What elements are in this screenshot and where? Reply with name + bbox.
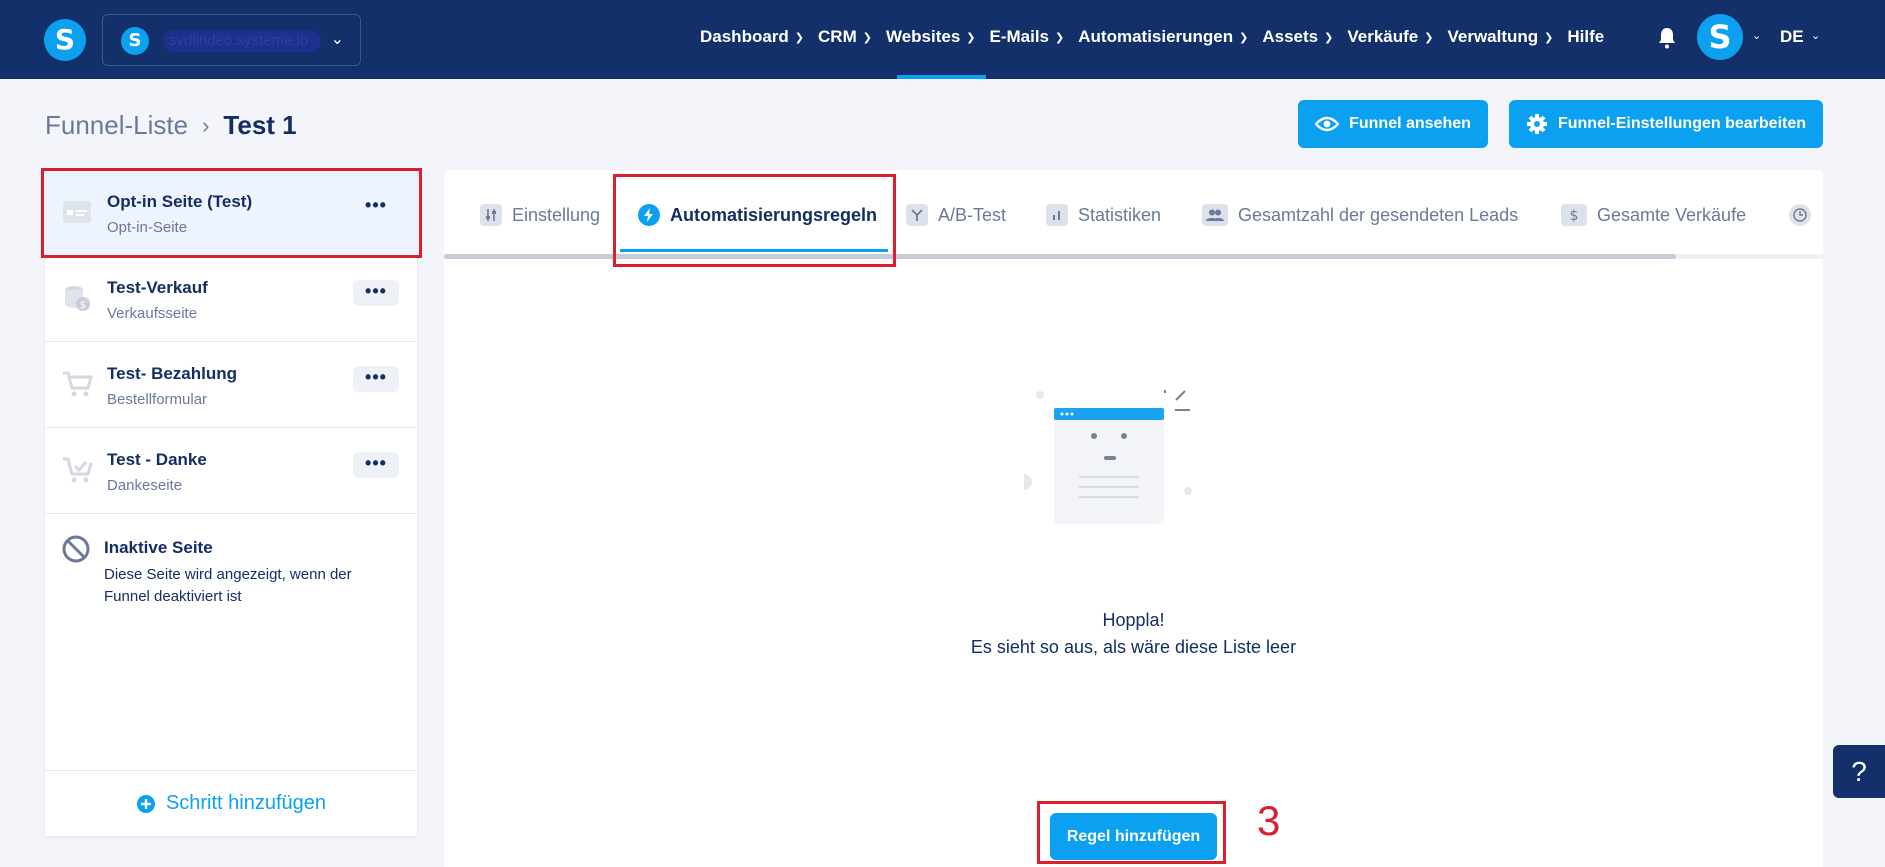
step-type: Verkaufsseite (107, 305, 198, 322)
nav-dashboard[interactable]: Dashboard ❯ (700, 27, 804, 47)
users-icon (1202, 204, 1228, 226)
tab-more-clock[interactable] (1789, 204, 1821, 226)
chevron-down-icon: ❯ (862, 31, 872, 44)
inactive-page-description: Diese Seite wird angezeigt, wenn der Fun… (104, 566, 352, 605)
blocked-icon (62, 535, 90, 563)
tab-ab-test[interactable]: A/B-Test (906, 204, 1006, 226)
chevron-down-icon: ❯ (794, 31, 805, 44)
tab-leads[interactable]: Gesamtzahl der gesendeten Leads (1202, 204, 1518, 226)
step-type: Bestellformular (107, 391, 208, 408)
highlight-box (1037, 801, 1226, 864)
language-selector[interactable]: DE (1780, 27, 1804, 47)
annotation-number: 3 (1257, 797, 1281, 844)
nav-verkaeufe[interactable]: Verkäufe ❯ (1347, 27, 1433, 47)
top-navbar: S S svdlinde6.systeme.io ⌄ Dashboard ❯ CR… (0, 0, 1885, 79)
chevron-down-icon: ❯ (966, 31, 976, 44)
tab-statistiken[interactable]: Statistiken (1046, 204, 1161, 226)
funnel-steps-sidebar: Opt-in Seite (Test) Opt-in-Seite ••• $ T… (45, 170, 417, 836)
step-title: Test- Bezahlung (107, 364, 238, 383)
step-type: Dankeseite (107, 477, 183, 494)
nav-active-indicator (897, 75, 986, 79)
chevron-down-icon: ❯ (1424, 31, 1434, 44)
step-title: Test-Verkauf (107, 278, 208, 297)
step-title: Test - Danke (107, 450, 207, 469)
view-funnel-button[interactable]: Funnel ansehen (1298, 100, 1488, 148)
plus-circle-icon (136, 794, 155, 813)
add-step-button[interactable]: Schritt hinzufügen (45, 770, 417, 836)
bell-icon[interactable] (1657, 27, 1677, 49)
eye-icon (1315, 116, 1340, 132)
help-button[interactable]: ? (1833, 745, 1885, 798)
chevron-down-icon[interactable]: ⌄ (1752, 29, 1761, 42)
main-nav: Dashboard ❯ CRM ❯ Websites ❯ E-Mails ❯ Autom… (700, 27, 1618, 47)
nav-hilfe[interactable]: Hilfe (1567, 27, 1604, 47)
funnel-step-panel: Einstellung Automatisierungsregeln A/B-T… (444, 170, 1823, 867)
nav-verwaltung[interactable]: Verwaltung ❯ (1447, 27, 1553, 47)
chevron-down-icon: ❯ (1324, 31, 1334, 44)
tab-einstellung[interactable]: Einstellung (480, 204, 600, 226)
breadcrumb-funnel-list[interactable]: Funnel-Liste (45, 110, 188, 141)
domain-name: svdlinde6.systeme.io (163, 30, 321, 52)
nav-assets[interactable]: Assets ❯ (1262, 27, 1333, 47)
cart-check-icon (63, 457, 93, 483)
clock-icon (1789, 204, 1811, 226)
chevron-right-icon: › (202, 112, 210, 138)
more-options-button[interactable]: ••• (353, 366, 399, 392)
empty-state-title: Hoppla! (1102, 610, 1165, 630)
inactive-page-title: Inaktive Seite (104, 538, 213, 557)
svg-text:$: $ (1570, 208, 1579, 223)
split-icon (906, 204, 928, 226)
nav-emails[interactable]: E-Mails ❯ (990, 27, 1065, 47)
chevron-down-icon: ⌄ (330, 31, 344, 48)
edit-funnel-settings-button[interactable]: Funnel-Einstellungen bearbeiten (1509, 100, 1823, 148)
funnel-step-item[interactable]: Test - Danke Dankeseite ••• (45, 428, 417, 514)
systeme-logo[interactable]: S (44, 19, 86, 61)
funnel-step-item[interactable]: $ Test-Verkauf Verkaufsseite ••• (45, 256, 417, 342)
cart-icon (63, 371, 93, 397)
empty-state-subtitle: Es sieht so aus, als wäre diese Liste le… (970, 637, 1297, 657)
domain-selector[interactable]: S svdlinde6.systeme.io ⌄ (102, 14, 361, 66)
nav-crm[interactable]: CRM ❯ (818, 27, 872, 47)
coins-icon: $ (65, 286, 90, 311)
sliders-icon (480, 204, 502, 226)
domain-logo-icon: S (121, 27, 149, 55)
breadcrumb: Funnel-Liste › Test 1 (45, 110, 297, 141)
highlight-box (41, 168, 422, 258)
empty-list-illustration (1024, 390, 1192, 524)
chevron-down-icon: ❯ (1544, 31, 1554, 44)
more-options-button[interactable]: ••• (353, 452, 399, 478)
gear-icon (1526, 114, 1547, 134)
highlight-box (613, 174, 896, 267)
user-avatar[interactable]: S (1697, 14, 1743, 60)
chevron-down-icon[interactable]: ⌄ (1811, 29, 1820, 42)
more-options-button[interactable]: ••• (353, 280, 399, 306)
svg-text:$: $ (80, 300, 86, 311)
tab-verkaeufe[interactable]: $ Gesamte Verkäufe (1561, 204, 1746, 226)
nav-automatisierungen[interactable]: Automatisierungen ❯ (1078, 27, 1248, 47)
bar-chart-icon (1046, 204, 1068, 226)
chevron-down-icon: ❯ (1055, 31, 1065, 44)
dollar-icon: $ (1561, 204, 1587, 226)
nav-websites[interactable]: Websites ❯ (886, 27, 976, 47)
page-title: Test 1 (223, 110, 297, 140)
chevron-down-icon: ❯ (1239, 31, 1249, 44)
funnel-step-item[interactable]: Test- Bezahlung Bestellformular ••• (45, 342, 417, 428)
inactive-page-item[interactable]: Inaktive Seite Diese Seite wird angezeig… (45, 518, 417, 628)
